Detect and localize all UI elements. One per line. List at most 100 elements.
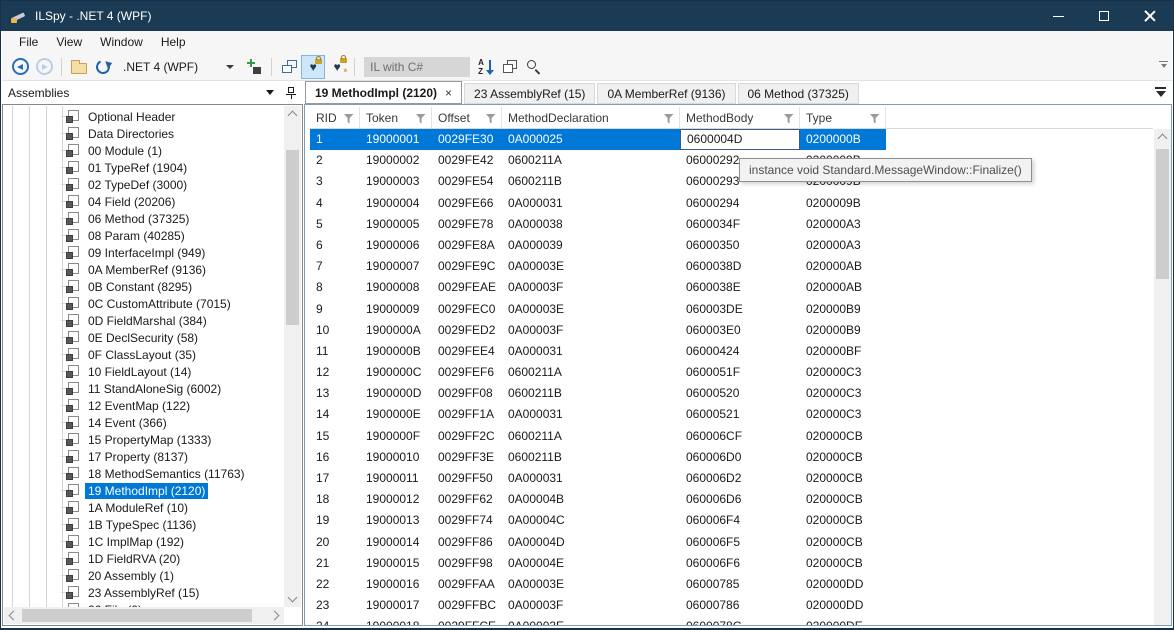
cell-methoddeclaration[interactable]: 0A00003F [502,595,680,616]
cell-type[interactable]: 020000C3 [800,362,886,383]
column-header-rid[interactable]: RID [310,107,360,128]
cell-token[interactable]: 19000002 [360,150,432,171]
cell-rid[interactable]: 11 [310,341,360,362]
table-row[interactable]: 17 19000011 0029FF50 0A000031 060006D2 020000… [310,468,1153,489]
tree-scroll-thumb[interactable] [286,150,299,325]
cell-methoddeclaration[interactable]: 0A00004D [502,532,680,553]
cell-methoddeclaration[interactable]: 0A00004B [502,489,680,510]
tree-hscroll-thumb[interactable] [22,609,252,622]
cell-token[interactable]: 19000010 [360,447,432,468]
tree-item[interactable]: 0E DeclSecurity (58) [4,329,284,346]
cell-rid[interactable]: 12 [310,362,360,383]
cell-methoddeclaration[interactable]: 0A00003E [502,299,680,320]
minimize-button[interactable] [1035,1,1081,31]
cell-token[interactable]: 19000003 [360,171,432,192]
table-row[interactable]: 19 19000013 0029FF74 0A00004C 060006F4 020000… [310,510,1153,531]
table-row[interactable]: 23 19000017 0029FFBC 0A00003F 06000786 020000… [310,595,1153,616]
cell-methodbody[interactable]: 060006D6 [680,489,800,510]
cell-token[interactable]: 19000016 [360,574,432,595]
tab-23-assemblyref-(15)[interactable]: 23 AssemblyRef (15) [464,83,596,104]
cell-methodbody[interactable]: 060003E0 [680,320,800,341]
tree-item[interactable]: 0C CustomAttribute (7015) [4,295,284,312]
cell-rid[interactable]: 8 [310,277,360,298]
cell-rid[interactable]: 23 [310,595,360,616]
table-row[interactable]: 22 19000016 0029FFAA 0A00003E 06000785 020000… [310,574,1153,595]
table-row[interactable]: 1 19000001 0029FE30 0A000025 0600004D 0200000… [310,129,886,151]
cell-token[interactable]: 1900000F [360,426,432,447]
table-row[interactable]: 15 1900000F 0029FF2C 0600211A 060006CF 020000… [310,426,1153,447]
forward-button[interactable] [32,55,56,79]
cell-offset[interactable]: 0029FF2C [432,426,502,447]
cell-offset[interactable]: 0029FE66 [432,193,502,214]
column-header-token[interactable]: Token [360,107,432,128]
cell-token[interactable]: 19000001 [360,129,432,150]
cell-offset[interactable]: 0029FF3E [432,447,502,468]
cell-token[interactable]: 19000007 [360,256,432,277]
cell-offset[interactable]: 0029FE78 [432,214,502,235]
cell-offset[interactable]: 0029FE42 [432,150,502,171]
cell-methoddeclaration[interactable]: 0600211B [502,447,680,468]
cell-token[interactable]: 19000013 [360,510,432,531]
cell-methoddeclaration[interactable]: 0A00004E [502,553,680,574]
tree-item[interactable]: 0B Constant (8295) [4,278,284,295]
column-header-methoddeclaration[interactable]: MethodDeclaration [502,107,680,128]
cell-offset[interactable]: 0029FF50 [432,468,502,489]
show-all-members-toggle[interactable]: ♥ * [325,54,349,79]
cell-methodbody[interactable]: 0600034F [680,214,800,235]
add-assembly-list-button[interactable] [242,55,266,79]
cell-methoddeclaration[interactable]: 0600211A [502,426,680,447]
tab-list-dropdown[interactable] [1155,87,1166,97]
tree-item[interactable]: 23 AssemblyRef (15) [4,584,284,601]
cell-token[interactable]: 1900000B [360,341,432,362]
cell-rid[interactable]: 1 [310,129,360,150]
tree-item[interactable]: 11 StandAloneSig (6002) [4,380,284,397]
cell-rid[interactable]: 5 [310,214,360,235]
cell-methodbody[interactable]: 0600038D [680,256,800,277]
tree-item[interactable]: 08 Param (40285) [4,227,284,244]
tab-0a-memberref-(9136)[interactable]: 0A MemberRef (9136) [597,83,736,104]
cell-offset[interactable]: 0029FF62 [432,489,502,510]
cell-token[interactable]: 1900000D [360,383,432,404]
tree-item[interactable]: 09 InterfaceImpl (949) [4,244,284,261]
cell-offset[interactable]: 0029FEF6 [432,362,502,383]
table-scroll-thumb[interactable] [1156,149,1169,279]
cell-token[interactable]: 19000008 [360,277,432,298]
cell-type[interactable]: 020000A3 [800,214,886,235]
table-row[interactable]: 18 19000012 0029FF62 0A00004B 060006D6 020000… [310,489,1153,510]
cell-offset[interactable]: 0029FE8A [432,235,502,256]
tree-item[interactable]: 0D FieldMarshal (384) [4,312,284,329]
cell-type[interactable]: 020000CB [800,553,886,574]
menu-item-view[interactable]: View [47,31,91,53]
cell-methoddeclaration[interactable]: 0600211B [502,383,680,404]
cell-type[interactable]: 020000B9 [800,299,886,320]
column-header-type[interactable]: Type [800,107,886,128]
cell-offset[interactable]: 0029FF74 [432,510,502,531]
cell-methodbody[interactable]: 060006D2 [680,468,800,489]
filter-funnel-icon[interactable] [664,113,674,127]
maximize-button[interactable] [1081,1,1127,31]
table-row[interactable]: 16 19000010 0029FF3E 0600211B 060006D0 020000… [310,447,1153,468]
table-vertical-scrollbar[interactable] [1154,129,1171,625]
cell-rid[interactable]: 15 [310,426,360,447]
tab-close-icon[interactable]: × [445,86,452,100]
cell-methodbody[interactable]: 0600038E [680,277,800,298]
cell-type[interactable]: 020000C3 [800,383,886,404]
filter-funnel-icon[interactable] [344,113,354,127]
tree-item[interactable]: 10 FieldLayout (14) [4,363,284,380]
cell-type[interactable]: 020000CB [800,447,886,468]
close-button[interactable] [1127,1,1173,31]
cell-offset[interactable]: 0029FF08 [432,383,502,404]
cell-methodbody[interactable]: 060006CF [680,426,800,447]
cell-methoddeclaration[interactable]: 0A00003F [502,277,680,298]
sort-assemblies-button[interactable]: AZ [474,55,498,79]
cell-offset[interactable]: 0029FF86 [432,532,502,553]
cell-methodbody[interactable]: 06000294 [680,193,800,214]
cell-type[interactable]: 020000AB [800,277,886,298]
tree-item[interactable]: 01 TypeRef (1904) [4,159,284,176]
table-row[interactable]: 11 1900000B 0029FEE4 0A000031 06000424 020000… [310,341,1153,362]
tree-item[interactable]: 1A ModuleRef (10) [4,499,284,516]
open-file-button[interactable] [67,55,91,79]
cell-methodbody[interactable]: 060006F4 [680,510,800,531]
cell-methodbody[interactable]: 06000785 [680,574,800,595]
cell-rid[interactable]: 4 [310,193,360,214]
